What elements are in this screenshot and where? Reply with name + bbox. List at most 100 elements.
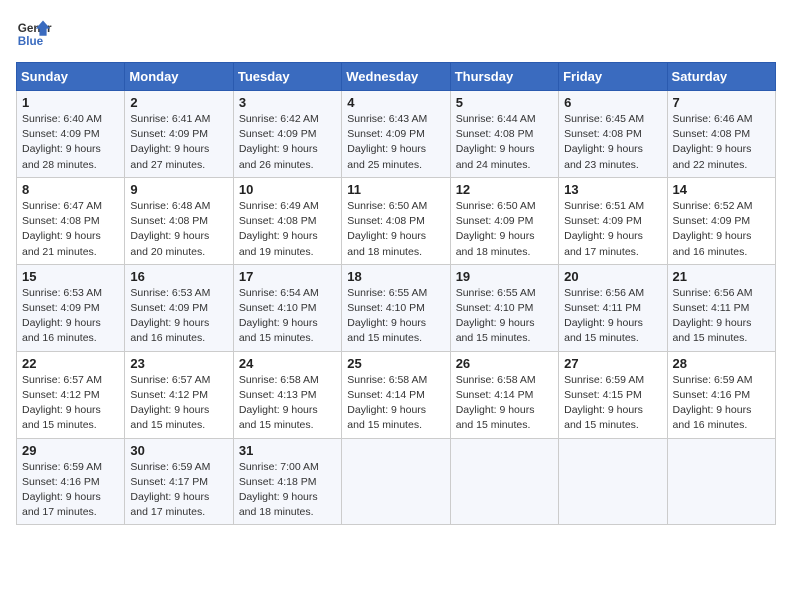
day-info: Sunrise: 6:58 AM Sunset: 4:13 PM Dayligh… [239,373,336,434]
day-info: Sunrise: 6:42 AM Sunset: 4:09 PM Dayligh… [239,112,336,173]
calendar-cell: 8 Sunrise: 6:47 AM Sunset: 4:08 PM Daylig… [17,177,125,264]
day-info: Sunrise: 6:45 AM Sunset: 4:08 PM Dayligh… [564,112,661,173]
day-number: 24 [239,356,336,371]
calendar-cell: 26 Sunrise: 6:58 AM Sunset: 4:14 PM Dayli… [450,351,558,438]
day-number: 4 [347,95,444,110]
day-number: 9 [130,182,227,197]
calendar-body: 1 Sunrise: 6:40 AM Sunset: 4:09 PM Daylig… [17,91,776,525]
day-number: 18 [347,269,444,284]
day-number: 15 [22,269,119,284]
calendar-cell [450,438,558,525]
calendar-cell: 16 Sunrise: 6:53 AM Sunset: 4:09 PM Dayli… [125,264,233,351]
day-number: 23 [130,356,227,371]
day-number: 28 [673,356,770,371]
day-info: Sunrise: 6:44 AM Sunset: 4:08 PM Dayligh… [456,112,553,173]
day-number: 27 [564,356,661,371]
day-header-tuesday: Tuesday [233,63,341,91]
day-info: Sunrise: 6:57 AM Sunset: 4:12 PM Dayligh… [22,373,119,434]
calendar-cell: 14 Sunrise: 6:52 AM Sunset: 4:09 PM Dayli… [667,177,775,264]
day-number: 1 [22,95,119,110]
calendar-cell: 6 Sunrise: 6:45 AM Sunset: 4:08 PM Daylig… [559,91,667,178]
day-info: Sunrise: 6:57 AM Sunset: 4:12 PM Dayligh… [130,373,227,434]
day-number: 30 [130,443,227,458]
calendar-cell: 31 Sunrise: 7:00 AM Sunset: 4:18 PM Dayli… [233,438,341,525]
day-info: Sunrise: 6:41 AM Sunset: 4:09 PM Dayligh… [130,112,227,173]
day-info: Sunrise: 6:55 AM Sunset: 4:10 PM Dayligh… [347,286,444,347]
calendar-week-4: 22 Sunrise: 6:57 AM Sunset: 4:12 PM Dayli… [17,351,776,438]
day-info: Sunrise: 6:53 AM Sunset: 4:09 PM Dayligh… [130,286,227,347]
day-info: Sunrise: 6:40 AM Sunset: 4:09 PM Dayligh… [22,112,119,173]
day-number: 2 [130,95,227,110]
day-number: 21 [673,269,770,284]
calendar-cell: 30 Sunrise: 6:59 AM Sunset: 4:17 PM Dayli… [125,438,233,525]
day-info: Sunrise: 6:56 AM Sunset: 4:11 PM Dayligh… [673,286,770,347]
day-number: 25 [347,356,444,371]
day-header-wednesday: Wednesday [342,63,450,91]
calendar-cell: 1 Sunrise: 6:40 AM Sunset: 4:09 PM Daylig… [17,91,125,178]
day-info: Sunrise: 6:59 AM Sunset: 4:15 PM Dayligh… [564,373,661,434]
day-info: Sunrise: 6:59 AM Sunset: 4:16 PM Dayligh… [22,460,119,521]
calendar-cell: 15 Sunrise: 6:53 AM Sunset: 4:09 PM Dayli… [17,264,125,351]
day-number: 6 [564,95,661,110]
calendar-week-3: 15 Sunrise: 6:53 AM Sunset: 4:09 PM Dayli… [17,264,776,351]
calendar-cell: 28 Sunrise: 6:59 AM Sunset: 4:16 PM Dayli… [667,351,775,438]
calendar-week-5: 29Sunrise: 6:59 AM Sunset: 4:16 PM Dayli… [17,438,776,525]
calendar-cell [559,438,667,525]
calendar-cell: 4 Sunrise: 6:43 AM Sunset: 4:09 PM Daylig… [342,91,450,178]
calendar-cell [342,438,450,525]
day-info: Sunrise: 6:46 AM Sunset: 4:08 PM Dayligh… [673,112,770,173]
calendar-cell: 29Sunrise: 6:59 AM Sunset: 4:16 PM Dayli… [17,438,125,525]
day-header-sunday: Sunday [17,63,125,91]
day-info: Sunrise: 6:53 AM Sunset: 4:09 PM Dayligh… [22,286,119,347]
day-number: 31 [239,443,336,458]
calendar-cell: 27 Sunrise: 6:59 AM Sunset: 4:15 PM Dayli… [559,351,667,438]
day-number: 5 [456,95,553,110]
day-header-thursday: Thursday [450,63,558,91]
day-number: 26 [456,356,553,371]
day-number: 16 [130,269,227,284]
day-info: Sunrise: 6:58 AM Sunset: 4:14 PM Dayligh… [456,373,553,434]
calendar-cell: 22 Sunrise: 6:57 AM Sunset: 4:12 PM Dayli… [17,351,125,438]
logo: General Blue [16,16,52,52]
day-number: 14 [673,182,770,197]
svg-text:General: General [18,22,52,35]
calendar-header-row: SundayMondayTuesdayWednesdayThursdayFrid… [17,63,776,91]
day-number: 13 [564,182,661,197]
day-info: Sunrise: 6:48 AM Sunset: 4:08 PM Dayligh… [130,199,227,260]
day-info: Sunrise: 6:59 AM Sunset: 4:16 PM Dayligh… [673,373,770,434]
calendar-cell [667,438,775,525]
day-number: 11 [347,182,444,197]
day-number: 8 [22,182,119,197]
day-info: Sunrise: 7:00 AM Sunset: 4:18 PM Dayligh… [239,460,336,521]
day-header-monday: Monday [125,63,233,91]
day-info: Sunrise: 6:47 AM Sunset: 4:08 PM Dayligh… [22,199,119,260]
day-number: 19 [456,269,553,284]
day-number: 22 [22,356,119,371]
day-info: Sunrise: 6:43 AM Sunset: 4:09 PM Dayligh… [347,112,444,173]
calendar-cell: 19 Sunrise: 6:55 AM Sunset: 4:10 PM Dayli… [450,264,558,351]
calendar-week-1: 1 Sunrise: 6:40 AM Sunset: 4:09 PM Daylig… [17,91,776,178]
day-info: Sunrise: 6:59 AM Sunset: 4:17 PM Dayligh… [130,460,227,521]
day-number: 10 [239,182,336,197]
calendar-cell: 5 Sunrise: 6:44 AM Sunset: 4:08 PM Daylig… [450,91,558,178]
day-number: 17 [239,269,336,284]
day-info: Sunrise: 6:55 AM Sunset: 4:10 PM Dayligh… [456,286,553,347]
calendar-cell: 17 Sunrise: 6:54 AM Sunset: 4:10 PM Dayli… [233,264,341,351]
day-header-friday: Friday [559,63,667,91]
svg-text:Blue: Blue [18,35,44,48]
logo-icon: General Blue [16,16,52,52]
calendar-cell: 23 Sunrise: 6:57 AM Sunset: 4:12 PM Dayli… [125,351,233,438]
day-info: Sunrise: 6:56 AM Sunset: 4:11 PM Dayligh… [564,286,661,347]
calendar-cell: 7 Sunrise: 6:46 AM Sunset: 4:08 PM Daylig… [667,91,775,178]
day-info: Sunrise: 6:52 AM Sunset: 4:09 PM Dayligh… [673,199,770,260]
calendar-cell: 2 Sunrise: 6:41 AM Sunset: 4:09 PM Daylig… [125,91,233,178]
day-info: Sunrise: 6:54 AM Sunset: 4:10 PM Dayligh… [239,286,336,347]
day-info: Sunrise: 6:49 AM Sunset: 4:08 PM Dayligh… [239,199,336,260]
day-number: 7 [673,95,770,110]
calendar-cell: 20Sunrise: 6:56 AM Sunset: 4:11 PM Dayli… [559,264,667,351]
calendar-cell: 13Sunrise: 6:51 AM Sunset: 4:09 PM Dayli… [559,177,667,264]
day-number: 12 [456,182,553,197]
calendar-cell: 24 Sunrise: 6:58 AM Sunset: 4:13 PM Dayli… [233,351,341,438]
calendar-cell: 11Sunrise: 6:50 AM Sunset: 4:08 PM Dayli… [342,177,450,264]
calendar-cell: 21 Sunrise: 6:56 AM Sunset: 4:11 PM Dayli… [667,264,775,351]
